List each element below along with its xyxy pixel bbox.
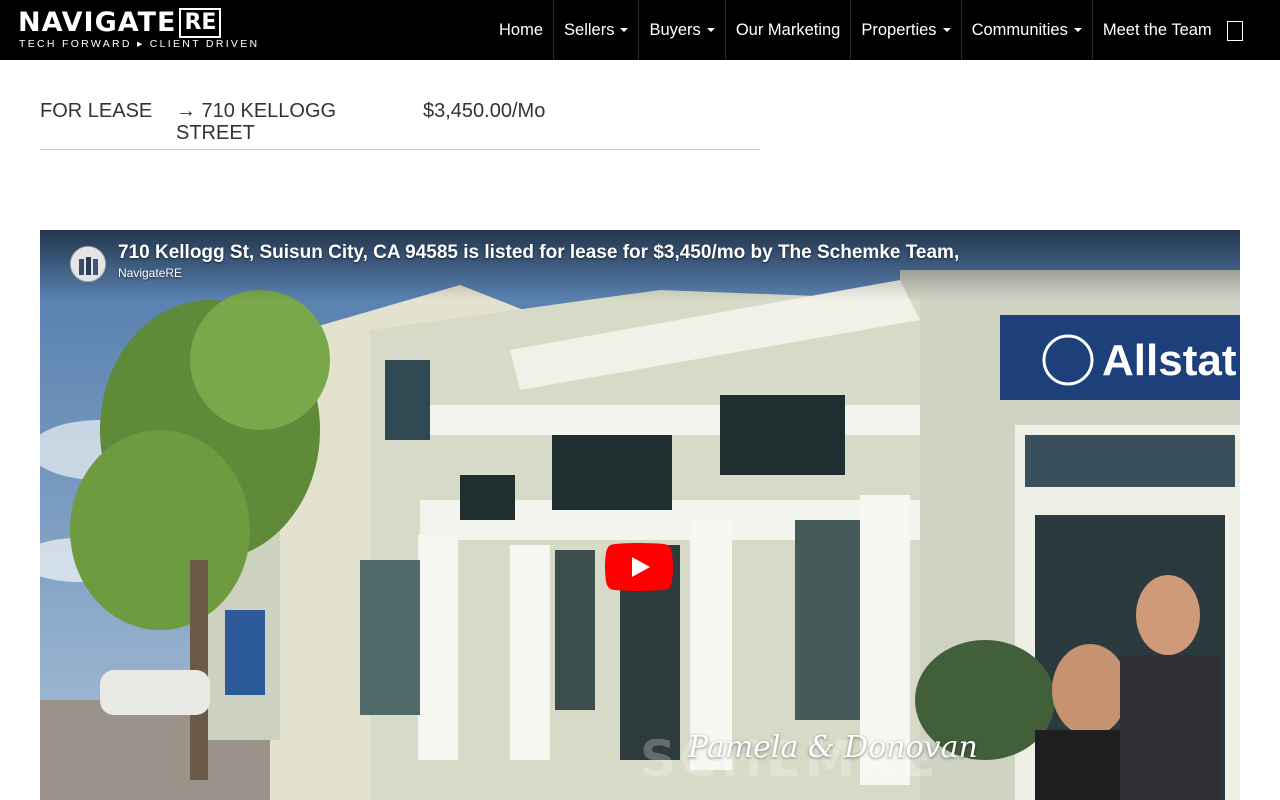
- nav-home[interactable]: Home: [489, 0, 553, 60]
- youtube-play-icon[interactable]: [605, 543, 673, 591]
- video-thumbnail: Allstat: [40, 230, 1240, 800]
- video-channel[interactable]: NavigateRE: [118, 266, 182, 280]
- logo-wordmark: NAVIGATE RE: [18, 7, 222, 39]
- logo-word: NAVIGATE: [18, 7, 177, 38]
- video-player[interactable]: Allstat 710 Kellogg St, Suisun City, CA …: [40, 230, 1240, 800]
- nav-sellers-label: Sellers: [564, 20, 615, 39]
- listing-status: FOR LEASE: [40, 100, 153, 122]
- nav-buyers[interactable]: Buyers: [638, 0, 724, 60]
- video-signature: Pamela & Donovan: [688, 730, 978, 765]
- nav-communities[interactable]: Communities: [960, 0, 1092, 60]
- site-logo[interactable]: NAVIGATE RE TECH FORWARD ▸ CLIENT DRIVEN: [18, 7, 257, 53]
- listing-summary: FOR LEASE → 710 KELLOGG STREET $3,450.00…: [40, 100, 760, 150]
- caret-down-icon: [706, 28, 715, 32]
- caret-down-icon: [1073, 28, 1082, 32]
- nav-meet-the-team-label: Meet the Team: [1102, 20, 1212, 39]
- caret-down-icon: [620, 28, 629, 32]
- search-icon[interactable]: [1227, 21, 1243, 41]
- nav-buyers-label: Buyers: [649, 20, 701, 39]
- caret-down-icon: [942, 28, 951, 32]
- nav-communities-label: Communities: [971, 20, 1068, 39]
- nav-our-marketing[interactable]: Our Marketing: [724, 0, 851, 60]
- listing-address[interactable]: → 710 KELLOGG STREET: [176, 100, 376, 144]
- site-header: NAVIGATE RE TECH FORWARD ▸ CLIENT DRIVEN…: [0, 0, 1280, 60]
- nav-properties-label: Properties: [861, 20, 937, 39]
- nav-home-label: Home: [499, 20, 544, 39]
- logo-tagline: TECH FORWARD ▸ CLIENT DRIVEN: [19, 38, 260, 50]
- listing-price: $3,450.00/Mo: [423, 100, 546, 122]
- main-nav: Home Sellers Buyers Our Marketing Proper…: [489, 0, 1222, 60]
- nav-meet-the-team[interactable]: Meet the Team: [1091, 0, 1222, 60]
- logo-box: RE: [179, 8, 222, 38]
- nav-sellers[interactable]: Sellers: [553, 0, 638, 60]
- nav-properties[interactable]: Properties: [850, 0, 960, 60]
- nav-our-marketing-label: Our Marketing: [735, 20, 841, 39]
- video-title-bar: [40, 230, 1240, 300]
- channel-avatar[interactable]: [70, 246, 106, 282]
- video-title[interactable]: 710 Kellogg St, Suisun City, CA 94585 is…: [118, 242, 959, 264]
- allstate-sign-text: Allstat: [1102, 336, 1237, 385]
